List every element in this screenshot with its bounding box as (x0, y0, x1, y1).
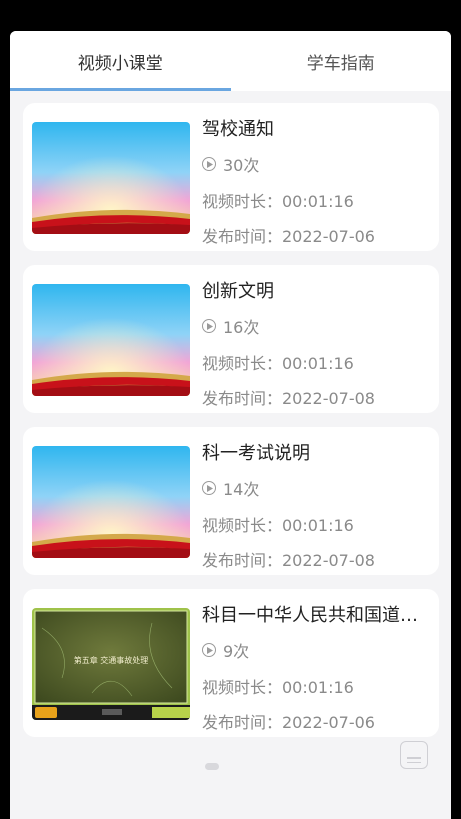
active-tab-indicator (10, 88, 231, 91)
play-circle-icon (202, 481, 216, 495)
tab-driving-guide[interactable]: 学车指南 (231, 31, 452, 91)
video-duration: 视频时长：00:01:16 (202, 192, 354, 211)
sky-gradient-thumbnail (32, 446, 190, 558)
video-thumbnail[interactable] (32, 284, 190, 396)
play-circle-icon (202, 157, 216, 171)
app-screen: 视频小课堂 学车指南 驾校通知 30次 视频时长：00:01:16 发布时间：2… (10, 31, 451, 819)
tab-video-class-label: 视频小课堂 (77, 53, 163, 74)
video-card[interactable]: 科一考试说明 14次 视频时长：00:01:16 发布时间：2022-07-08 (23, 427, 439, 575)
tab-driving-guide-label: 学车指南 (306, 53, 375, 74)
publish-date: 发布时间：2022-07-06 (202, 227, 375, 246)
view-count-text: 14次 (223, 480, 260, 499)
video-card[interactable]: 创新文明 16次 视频时长：00:01:16 发布时间：2022-07-08 (23, 265, 439, 413)
play-circle-icon (202, 643, 216, 657)
view-count-text: 30次 (223, 156, 260, 175)
view-count: 30次 (202, 153, 259, 175)
tab-bar: 视频小课堂 学车指南 (10, 31, 451, 91)
video-thumbnail[interactable]: 第五章 交通事故处理 (32, 608, 190, 720)
video-thumbnail[interactable] (32, 446, 190, 558)
note-icon[interactable] (400, 741, 428, 769)
video-title: 创新文明 (202, 281, 274, 302)
view-count: 16次 (202, 315, 259, 337)
video-title: 科目一中华人民共和国道路交通安全法 (202, 605, 427, 626)
view-count-text: 9次 (223, 642, 250, 661)
play-circle-icon (202, 319, 216, 333)
publish-date: 发布时间：2022-07-06 (202, 713, 375, 732)
view-count: 9次 (202, 639, 249, 661)
sky-gradient-thumbnail (32, 122, 190, 234)
video-duration: 视频时长：00:01:16 (202, 678, 354, 697)
tab-video-class[interactable]: 视频小课堂 (10, 31, 231, 91)
publish-date: 发布时间：2022-07-08 (202, 551, 375, 570)
video-duration: 视频时长：00:01:16 (202, 354, 354, 373)
slide-caption: 第五章 交通事故处理 (74, 655, 149, 665)
video-title: 科一考试说明 (202, 443, 310, 464)
view-count-text: 16次 (223, 318, 260, 337)
video-title: 驾校通知 (202, 119, 274, 140)
video-thumbnail[interactable] (32, 122, 190, 234)
video-card[interactable]: 第五章 交通事故处理 科目一中华人民共和国道路交通安全法 9次 视频时长：00:… (23, 589, 439, 737)
sky-gradient-thumbnail (32, 284, 190, 396)
lecture-slide-thumbnail: 第五章 交通事故处理 (32, 608, 190, 720)
note-icon-line (407, 761, 421, 763)
home-indicator (205, 763, 219, 770)
note-icon-line (407, 757, 421, 759)
view-count: 14次 (202, 477, 259, 499)
video-card[interactable]: 驾校通知 30次 视频时长：00:01:16 发布时间：2022-07-06 (23, 103, 439, 251)
publish-date: 发布时间：2022-07-08 (202, 389, 375, 408)
video-duration: 视频时长：00:01:16 (202, 516, 354, 535)
